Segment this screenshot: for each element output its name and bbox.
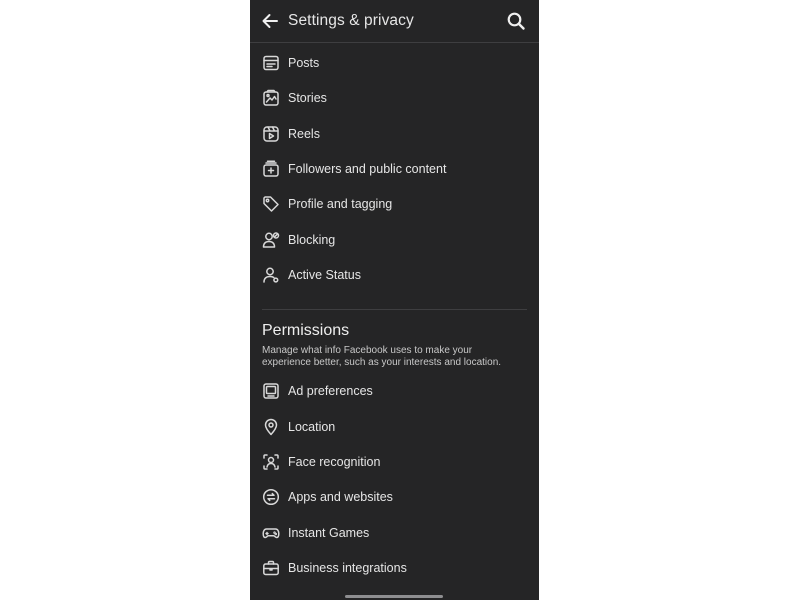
settings-item-label: Face recognition	[288, 455, 381, 469]
page-title: Settings & privacy	[288, 12, 414, 29]
settings-item-label: Apps and websites	[288, 490, 393, 505]
settings-item-active-status[interactable]: Active Status	[250, 257, 539, 292]
apps-websites-icon	[262, 488, 280, 506]
settings-item-reels[interactable]: Reels	[250, 116, 539, 151]
reels-icon	[262, 125, 280, 143]
settings-item-label: Business integrations	[288, 560, 407, 575]
settings-item-blocking[interactable]: Blocking	[250, 222, 539, 257]
home-indicator[interactable]	[345, 595, 443, 598]
settings-item-label: Followers and public content	[288, 162, 447, 177]
settings-item-label: Location	[288, 419, 336, 434]
permissions-description: Manage what info Facebook uses to make y…	[262, 344, 502, 369]
settings-item-business-integrations[interactable]: Business integrations	[250, 550, 539, 585]
face-recognition-icon	[262, 453, 280, 471]
settings-item-label: Stories	[288, 91, 327, 106]
settings-item-label: Reels	[288, 126, 320, 141]
settings-item-label: Ad preferences	[288, 384, 373, 399]
settings-item-location[interactable]: Location	[250, 409, 539, 444]
section-divider	[262, 308, 527, 310]
settings-item-face-recognition[interactable]: Face recognition	[250, 444, 539, 479]
top-bar: Settings & privacy	[250, 0, 539, 43]
settings-item-instant-games[interactable]: Instant Games	[250, 515, 539, 550]
stories-icon	[262, 89, 280, 107]
settings-item-label: Active Status	[288, 267, 361, 282]
settings-item-label: Instant Games	[288, 525, 370, 540]
posts-icon	[262, 54, 280, 72]
settings-item-apps-websites[interactable]: Apps and websites	[250, 480, 539, 515]
settings-item-profile-tagging[interactable]: Profile and tagging	[250, 187, 539, 222]
location-pin-icon	[262, 418, 280, 436]
settings-item-label: Blocking	[288, 232, 336, 247]
settings-item-label: Posts	[288, 56, 320, 71]
settings-item-posts[interactable]: Posts	[250, 46, 539, 81]
settings-item-label: Profile and tagging	[288, 197, 393, 212]
blocking-icon	[262, 231, 280, 249]
search-button[interactable]	[505, 10, 527, 32]
settings-item-followers[interactable]: Followers and public content	[250, 151, 539, 186]
briefcase-icon	[262, 559, 280, 577]
back-button[interactable]	[259, 10, 281, 32]
settings-item-ad-preferences[interactable]: Ad preferences	[250, 374, 539, 409]
arrow-left-icon	[262, 14, 278, 28]
settings-screen: Settings & privacy Posts Stories Reels F…	[250, 0, 539, 600]
search-icon	[507, 12, 525, 30]
permissions-heading: Permissions	[262, 321, 350, 339]
followers-icon	[262, 160, 280, 178]
tag-icon	[262, 195, 280, 213]
ad-preferences-icon	[262, 382, 280, 400]
settings-item-stories[interactable]: Stories	[250, 81, 539, 116]
permissions-list: Ad preferences Location Face recognition…	[250, 374, 539, 586]
gamepad-icon	[262, 524, 280, 542]
audience-settings-list: Posts Stories Reels Followers and public…	[250, 46, 539, 293]
active-status-icon	[262, 266, 280, 284]
